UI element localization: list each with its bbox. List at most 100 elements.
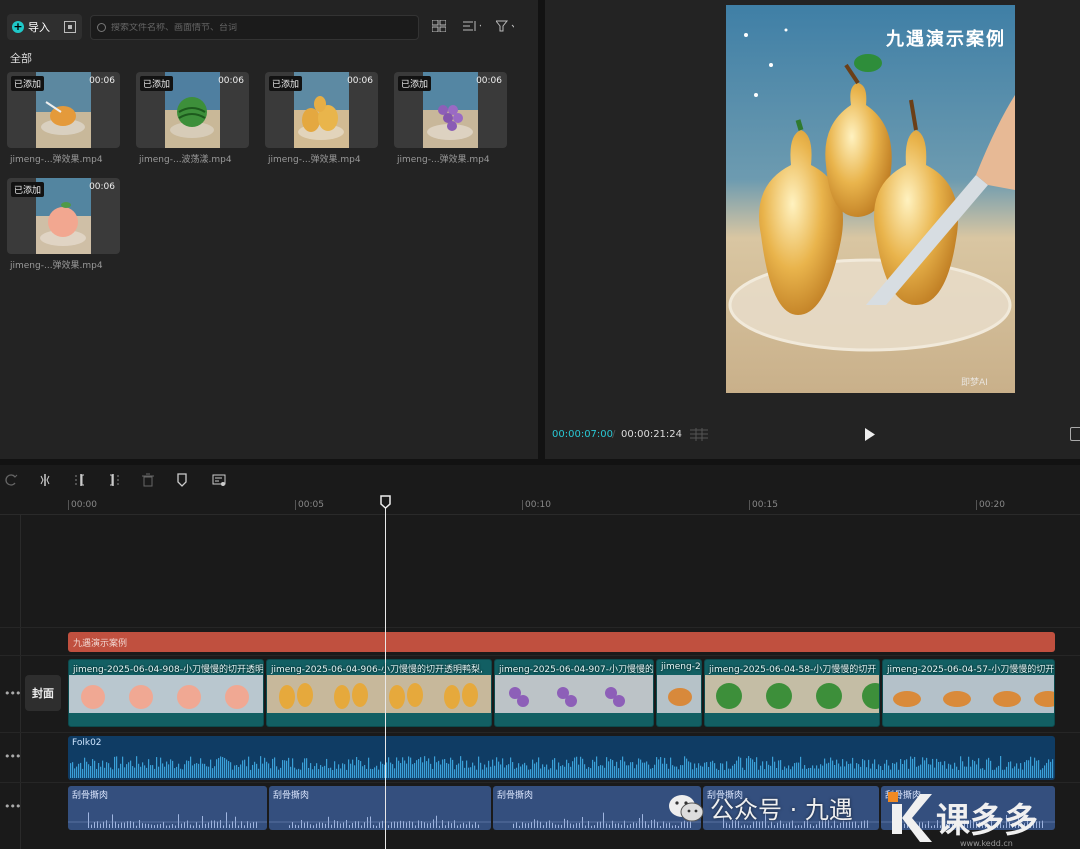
ruler-label: 00:00	[71, 500, 97, 510]
media-panel: + 导入 全部 已添加 00:06 jimeng-	[0, 0, 538, 459]
preview-overlay-title: 九遇演示案例	[885, 28, 1006, 50]
grid-view-icon[interactable]	[430, 17, 448, 35]
import-label: 导入	[28, 21, 50, 34]
sfx-clip[interactable]: 刮骨撕肉	[269, 786, 491, 830]
ruler-label: 00:15	[752, 500, 778, 510]
video-clip[interactable]: jimeng-2025-06-04-908-小刀慢慢的切开透明	[68, 659, 264, 727]
video-clip[interactable]: jimeng-2025-06-04-907-小刀慢慢的	[494, 659, 654, 727]
media-item[interactable]: 已添加 00:06 jimeng-...弹效果.mp4	[7, 178, 120, 271]
video-clip[interactable]: jimeng-2025-06-04-906-小刀慢慢的切开透明鸭梨,	[266, 659, 492, 727]
added-badge: 已添加	[11, 182, 45, 197]
time-ruler[interactable]: 00:00 00:05 00:10 00:15 00:20	[0, 495, 1080, 515]
added-badge: 已添加	[11, 76, 45, 91]
preview-video-frame[interactable]: 九遇演示案例 即梦AI	[726, 5, 1015, 393]
sfx-clip[interactable]: 刮骨撕肉	[68, 786, 267, 830]
search-icon	[97, 23, 106, 32]
site-logo: 课多多 www.kedd.cn	[888, 792, 1038, 848]
media-toolbar: + 导入	[7, 14, 82, 40]
duration-label: 00:06	[347, 76, 373, 86]
search-box[interactable]	[90, 15, 419, 40]
sort-icon[interactable]	[463, 17, 481, 35]
ruler-label: 00:20	[979, 500, 1005, 510]
category-label[interactable]: 全部	[10, 50, 32, 66]
video-thumbnail-image	[423, 72, 478, 148]
ruler-tick	[295, 500, 296, 510]
media-view-tools	[430, 17, 514, 35]
media-item[interactable]: 已添加 00:06 jimeng-...弹效果.mp4	[7, 72, 120, 165]
split-icon[interactable]	[38, 473, 52, 487]
media-filename: jimeng-...弹效果.mp4	[397, 155, 490, 165]
audio-waveform	[70, 756, 1054, 778]
cover-button[interactable]: 封面	[25, 675, 61, 711]
track-menu-icon[interactable]: •••	[4, 750, 21, 763]
duration-label: 00:06	[89, 182, 115, 192]
media-item[interactable]: 已添加 00:06 jimeng-...波荡漾.mp4	[136, 72, 249, 165]
media-item[interactable]: 已添加 00:06 jimeng-...弹效果.mp4	[394, 72, 507, 165]
delete-icon[interactable]	[141, 473, 155, 487]
track-menu-icon[interactable]: •••	[4, 800, 21, 813]
video-clip[interactable]: jimeng-2	[656, 659, 702, 727]
time-separator: /	[612, 429, 616, 440]
playhead-line[interactable]	[385, 503, 386, 849]
playhead-handle[interactable]	[380, 495, 391, 509]
clip-filmstrip	[657, 675, 701, 713]
import-button[interactable]: + 导入	[7, 14, 82, 40]
clip-label: 刮骨撕肉	[497, 791, 534, 801]
split-left-icon[interactable]	[73, 473, 87, 487]
media-filename: jimeng-...波荡漾.mp4	[139, 155, 232, 165]
search-input[interactable]	[111, 22, 401, 33]
video-thumbnail-image	[165, 72, 220, 148]
ruler-tick	[976, 500, 977, 510]
clip-label: jimeng-2025-06-04-57-小刀慢慢的切开	[887, 665, 1055, 675]
split-right-icon[interactable]	[107, 473, 121, 487]
aspect-ratio-button[interactable]	[1070, 427, 1080, 441]
ruler-label: 00:05	[298, 500, 324, 510]
ruler-tick	[68, 500, 69, 510]
media-filename: jimeng-...弹效果.mp4	[10, 155, 103, 165]
track-gutter	[20, 515, 21, 849]
plus-icon: +	[12, 20, 24, 33]
frame-grid-icon[interactable]	[689, 428, 709, 441]
qr-code-icon[interactable]	[64, 21, 76, 33]
clip-filmstrip	[883, 675, 1054, 713]
clip-filmstrip	[705, 675, 879, 713]
text-clip[interactable]: 九遇演示案例	[68, 632, 1055, 652]
video-thumbnail-image	[36, 178, 91, 254]
wechat-watermark: 公众号 · 九遇	[668, 790, 853, 825]
media-thumbnail[interactable]: 已添加 00:06	[136, 72, 249, 148]
site-url: www.kedd.cn	[960, 839, 1013, 848]
redo-icon[interactable]	[4, 473, 18, 487]
marker-icon[interactable]	[175, 473, 189, 487]
wechat-icon	[669, 794, 704, 821]
media-thumbnail[interactable]: 已添加 00:06	[7, 178, 120, 254]
clip-label: 刮骨撕肉	[273, 791, 310, 801]
video-clip[interactable]: jimeng-2025-06-04-57-小刀慢慢的切开	[882, 659, 1055, 727]
media-thumbnail[interactable]: 已添加 00:06	[394, 72, 507, 148]
timeline-toolbar	[0, 465, 1080, 495]
media-filename: jimeng-...弹效果.mp4	[10, 261, 103, 271]
video-thumbnail-image	[294, 72, 349, 148]
audio-clip[interactable]: Folk02	[68, 736, 1055, 780]
added-badge: 已添加	[269, 76, 303, 91]
generator-watermark: 即梦AI	[961, 377, 988, 388]
media-item[interactable]: 已添加 00:06 jimeng-...弹效果.mp4	[265, 72, 378, 165]
media-thumbnail[interactable]: 已添加 00:06	[7, 72, 120, 148]
track-divider	[0, 655, 1080, 656]
filter-icon[interactable]	[496, 17, 514, 35]
clip-label: jimeng-2025-06-04-906-小刀慢慢的切开透明鸭梨,	[271, 665, 483, 675]
added-badge: 已添加	[140, 76, 174, 91]
track-divider	[0, 782, 1080, 783]
wechat-watermark-text: 公众号 · 九遇	[710, 796, 853, 824]
clip-label: 刮骨撕肉	[72, 791, 109, 801]
track-divider	[0, 732, 1080, 733]
track-divider	[0, 627, 1080, 628]
auto-caption-icon[interactable]	[212, 473, 226, 487]
added-badge: 已添加	[398, 76, 432, 91]
total-time: 00:00:21:24	[621, 429, 683, 440]
video-clip[interactable]: jimeng-2025-06-04-58-小刀慢慢的切开	[704, 659, 880, 727]
ruler-tick	[749, 500, 750, 510]
media-thumbnail[interactable]: 已添加 00:06	[265, 72, 378, 148]
play-icon[interactable]	[864, 428, 876, 441]
clip-filmstrip	[69, 675, 263, 713]
track-menu-icon[interactable]: •••	[4, 687, 21, 700]
